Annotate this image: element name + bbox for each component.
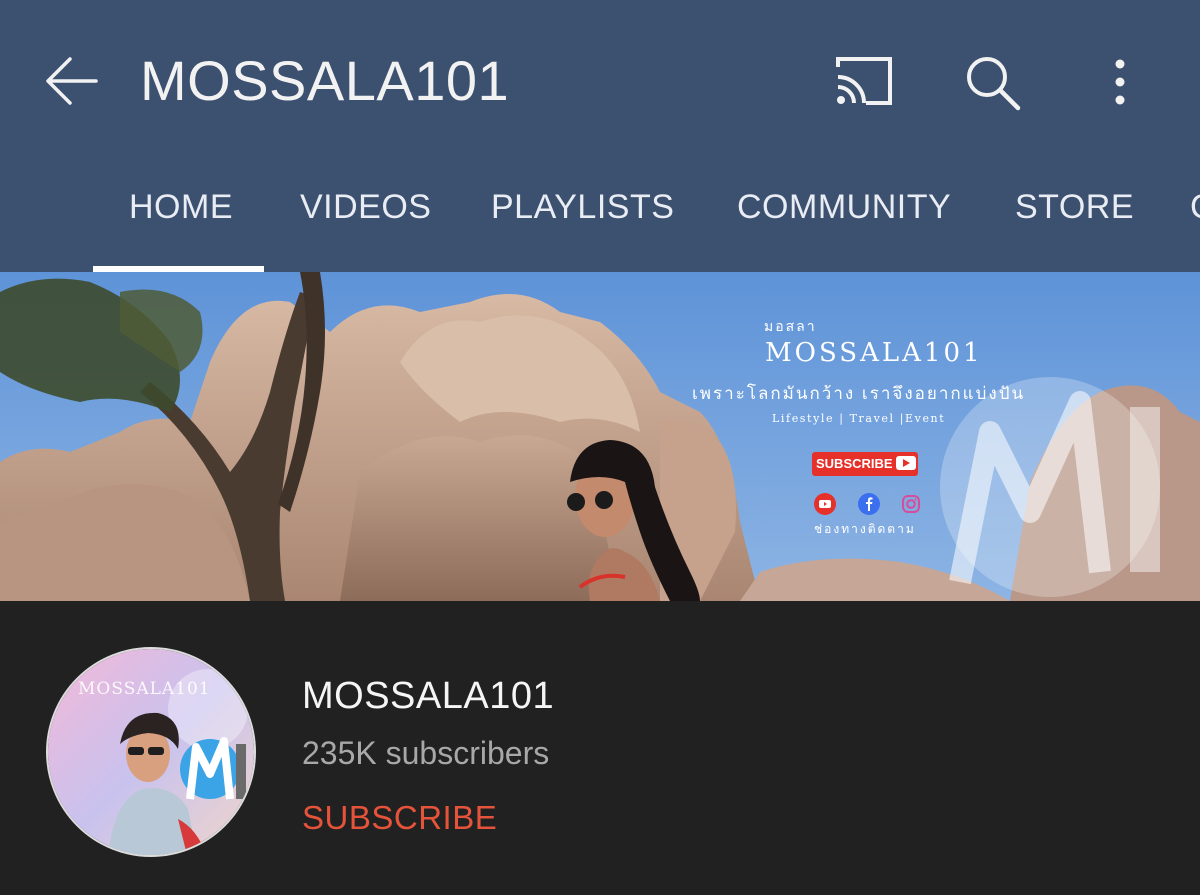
avatar-label: MOSSALA101 <box>78 679 211 699</box>
tab-community[interactable]: COMMUNITY <box>737 188 951 227</box>
channel-info: MOSSALA101 MOSSALA101 235K subscribers S… <box>0 601 1200 895</box>
banner-categories: Lifestyle | Travel |Event <box>772 412 946 425</box>
channel-banner: มอสลา MOSSALA101 เพราะโลกมันกว้าง เราจึง… <box>0 272 1200 601</box>
tab-home[interactable]: HOME <box>129 188 233 227</box>
channel-name: MOSSALA101 <box>302 675 555 717</box>
banner-brand-small: มอสลา <box>764 319 817 335</box>
subscribe-button[interactable]: SUBSCRIBE <box>302 799 497 837</box>
youtube-play-icon <box>895 456 916 470</box>
subscriber-count: 235K subscribers <box>302 735 550 771</box>
tab-store[interactable]: STORE <box>1015 188 1134 227</box>
tab-bar: HOME VIDEOS PLAYLISTS COMMUNITY STORE C <box>0 160 1200 272</box>
channel-title: MOSSALA101 <box>140 49 510 112</box>
youtube-icon <box>814 493 836 515</box>
tab-overflow[interactable]: C <box>1190 188 1200 227</box>
more-vert-icon[interactable] <box>1102 52 1138 112</box>
search-icon[interactable] <box>962 52 1022 112</box>
banner-subscribe-badge: SUBSCRIBE <box>812 452 918 476</box>
banner-follow-text: ช่องทางติดตาม <box>814 522 916 536</box>
banner-image <box>0 272 1200 601</box>
banner-tagline: เพราะโลกมันกว้าง เราจึงอยากแบ่งปัน <box>692 384 1026 403</box>
avatar[interactable]: MOSSALA101 <box>46 647 256 857</box>
banner-brand: MOSSALA101 <box>765 338 983 368</box>
tab-videos[interactable]: VIDEOS <box>300 188 431 227</box>
app-bar: MOSSALA101 <box>0 0 1200 160</box>
facebook-icon <box>858 493 880 515</box>
cast-icon[interactable] <box>832 53 896 109</box>
tab-playlists[interactable]: PLAYLISTS <box>491 188 674 227</box>
instagram-icon <box>900 493 922 515</box>
header: MOSSALA101 HOME VIDEOS PLAYLISTS COMMUNI… <box>0 0 1200 272</box>
back-arrow-icon[interactable] <box>40 50 102 112</box>
banner-subscribe-label: SUBSCRIBE <box>816 456 893 471</box>
